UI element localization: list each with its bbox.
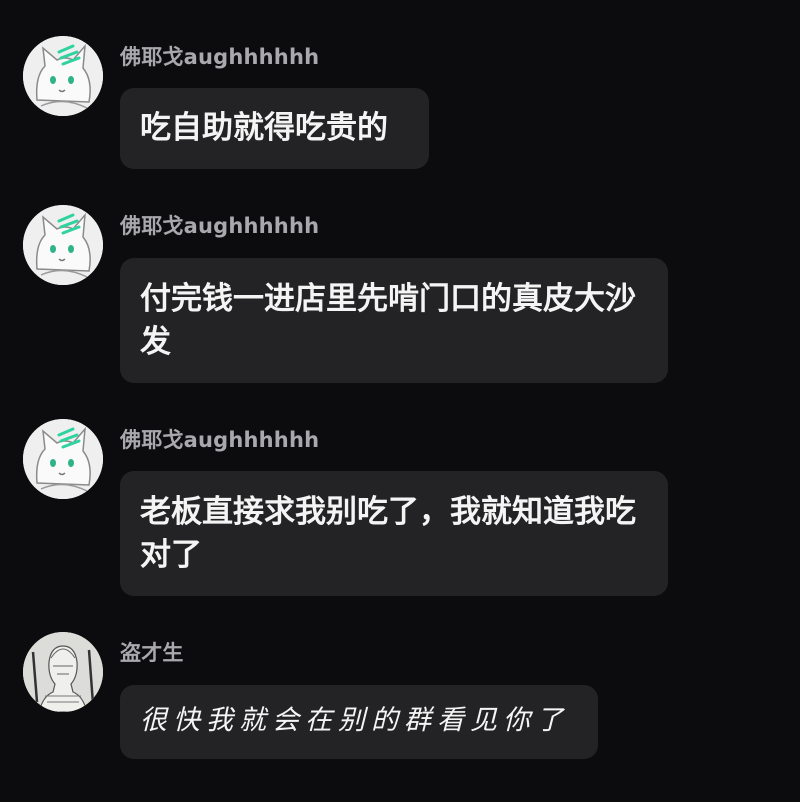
sender-name: 佛耶戈aughhhhhh xyxy=(120,45,320,69)
message-bubble[interactable]: 老板直接求我别吃了，我就知道我吃对了 xyxy=(120,471,668,596)
sketch-portrait-avatar-icon[interactable] xyxy=(23,632,103,712)
white-cat-avatar-icon[interactable] xyxy=(23,205,103,285)
message-bubble[interactable]: 很快我就会在别的群看见你了 xyxy=(120,685,598,759)
sender-name: 佛耶戈aughhhhhh xyxy=(120,214,320,238)
white-cat-avatar-icon[interactable] xyxy=(23,419,103,499)
white-cat-avatar-icon[interactable] xyxy=(23,36,103,116)
message-bubble[interactable]: 吃自助就得吃贵的 xyxy=(120,88,429,169)
sender-name: 佛耶戈aughhhhhh xyxy=(120,428,320,452)
message-bubble[interactable]: 付完钱一进店里先啃门口的真皮大沙发 xyxy=(120,258,668,383)
chat-message-list: 佛耶戈aughhhhhh 吃自助就得吃贵的 佛耶戈aughhhhhh 付完钱一进… xyxy=(0,0,800,802)
sender-name: 盗才生 xyxy=(120,641,184,665)
